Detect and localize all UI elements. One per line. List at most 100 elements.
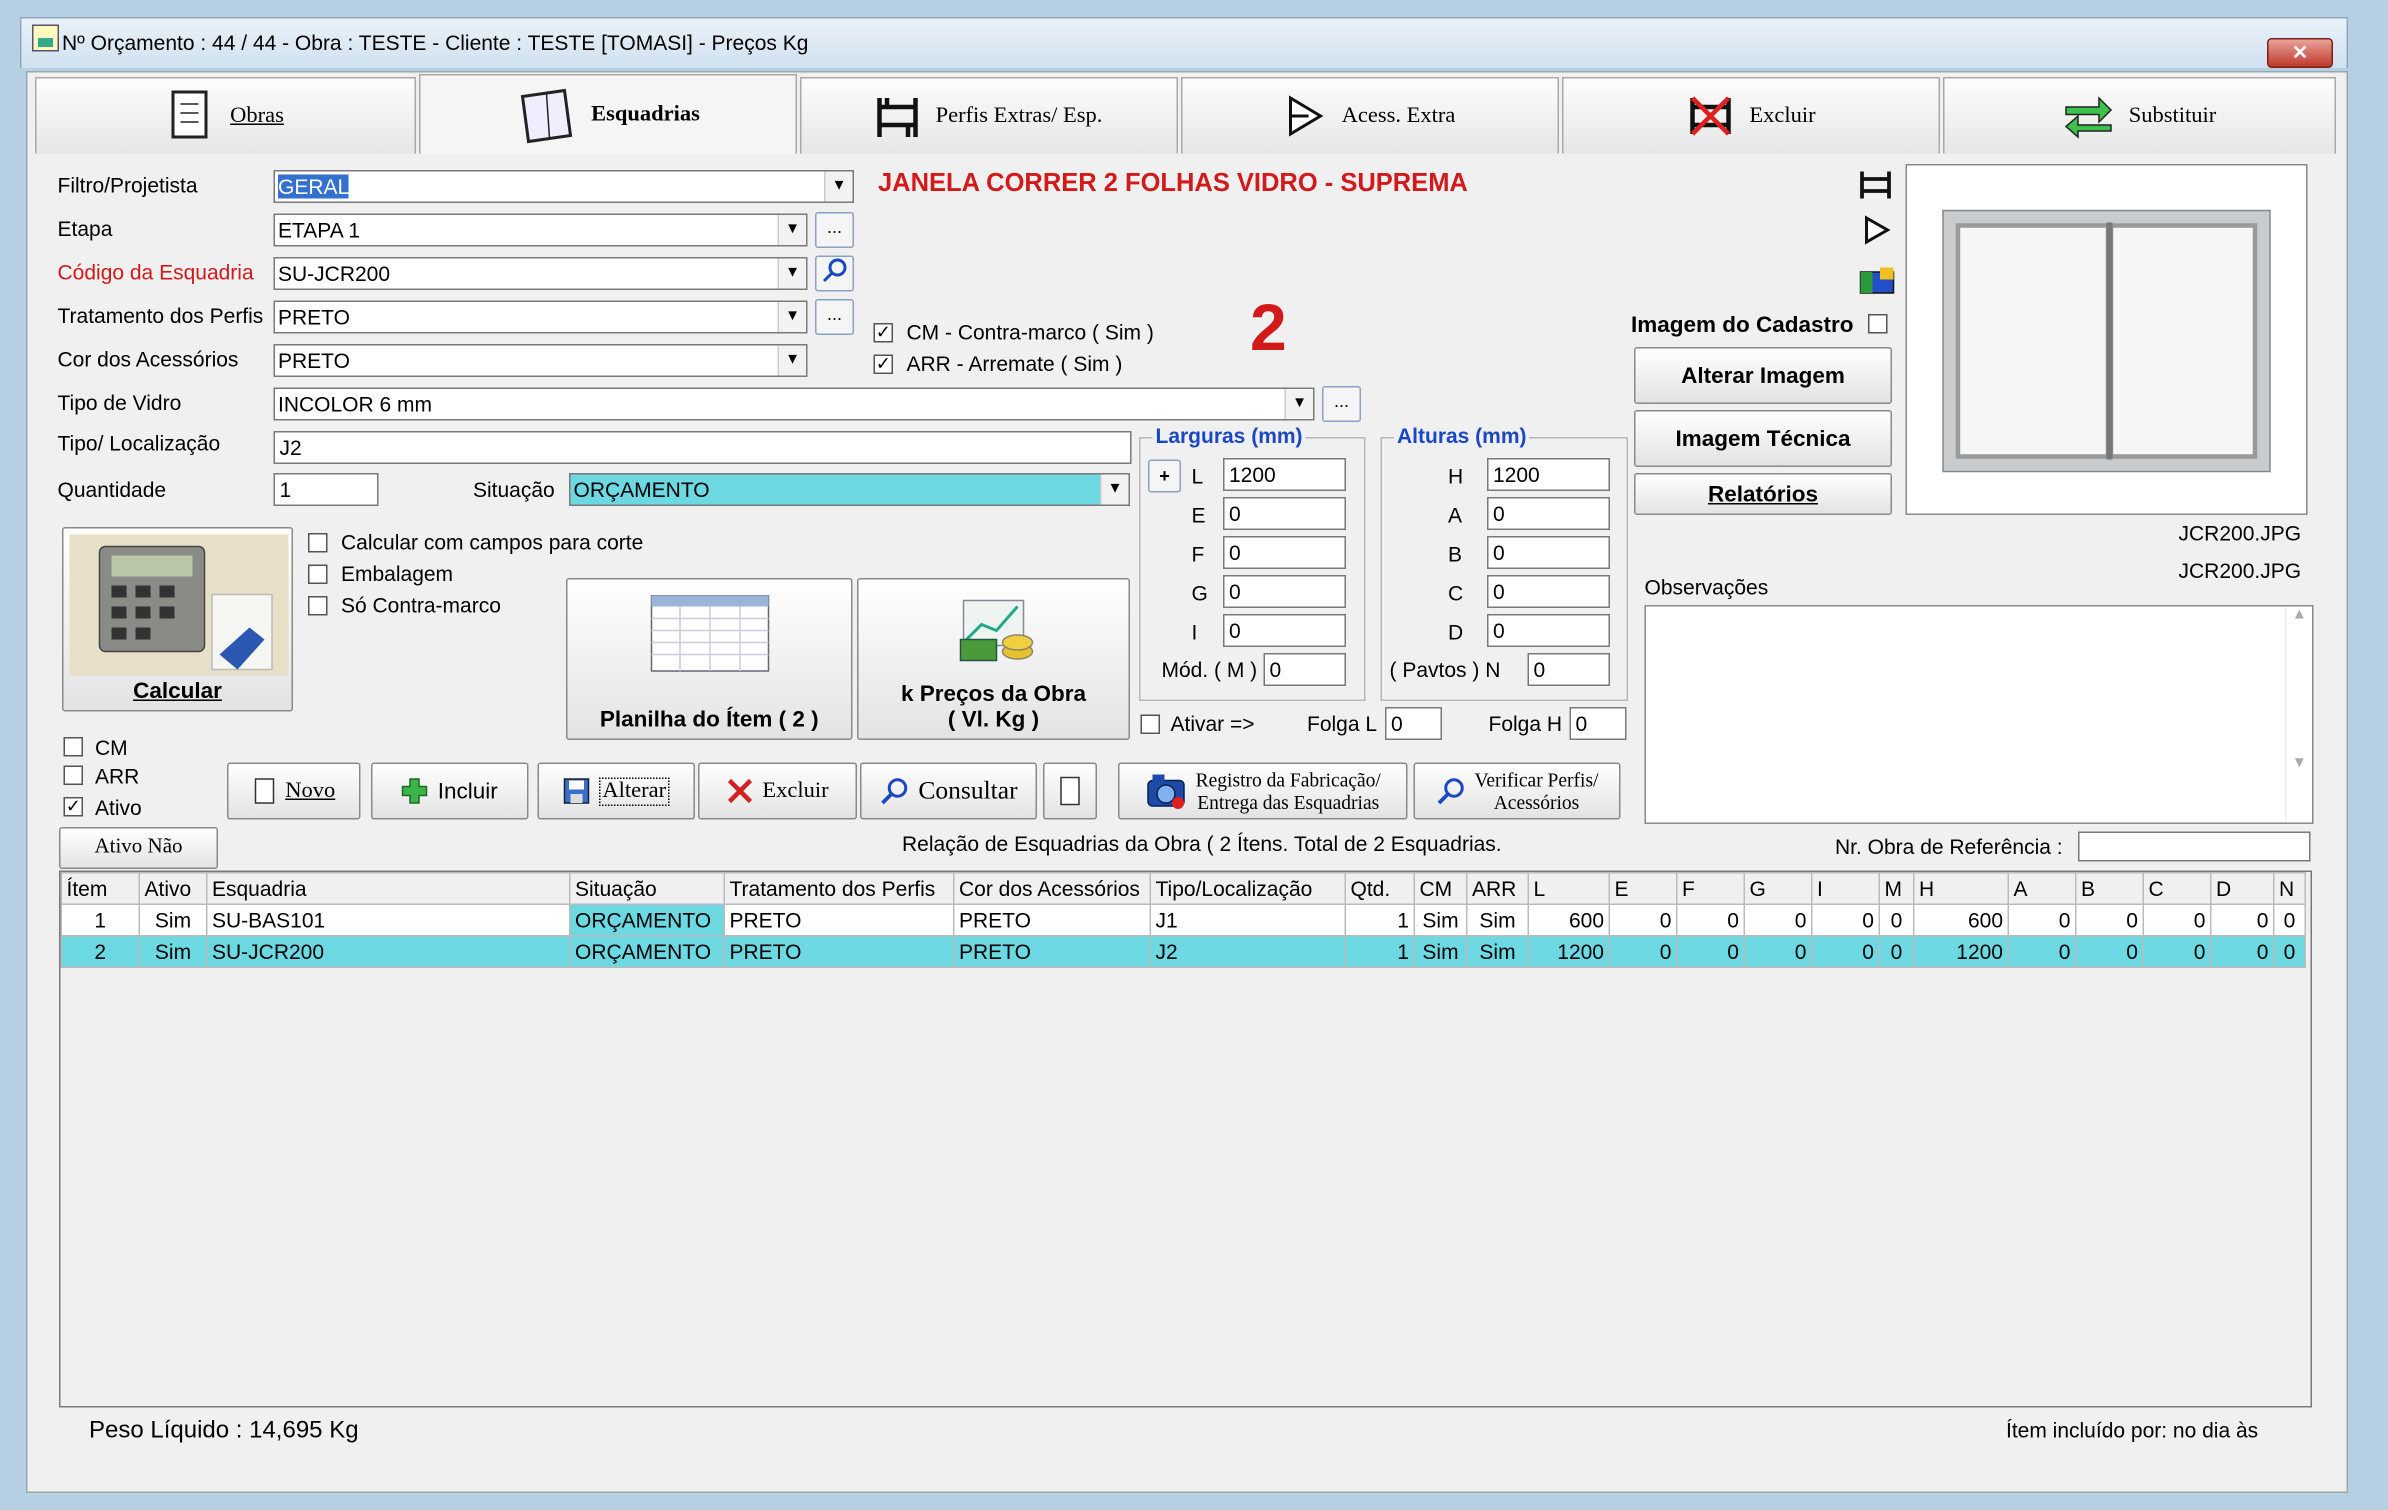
filter-cm-checkbox[interactable] (63, 737, 83, 757)
height-c-input[interactable]: 0 (1487, 575, 1610, 608)
search-button[interactable] (815, 255, 854, 292)
situacao-combo[interactable]: ORÇAMENTO ▼ (569, 473, 1130, 506)
precos-obra-button[interactable]: k Preços da Obra ( Vl. Kg ) (857, 578, 1130, 740)
height-d-input[interactable]: 0 (1487, 614, 1610, 647)
tab-perfis-extras[interactable]: Perfis Extras/ Esp. (800, 77, 1178, 154)
planilha-button[interactable]: Planilha do Ítem ( 2 ) (566, 578, 853, 740)
profile-icon[interactable] (1859, 169, 1892, 202)
column-header[interactable]: D (2210, 872, 2275, 905)
filter-ativo-checkbox[interactable]: ✓ (63, 797, 83, 817)
column-header[interactable]: Ativo (138, 872, 208, 905)
opt-campos-corte-checkbox[interactable] (308, 533, 328, 553)
column-header[interactable]: Cor dos Acessórios (953, 872, 1151, 905)
accessory-icon[interactable] (1862, 215, 1892, 245)
column-header[interactable]: Situação (569, 872, 725, 905)
height-b-input[interactable]: 0 (1487, 536, 1610, 569)
consultar-button[interactable]: Consultar (860, 762, 1037, 820)
column-header[interactable]: E (1608, 872, 1678, 905)
column-header[interactable]: Esquadria (206, 872, 571, 905)
column-header[interactable]: ARR (1466, 872, 1529, 905)
folga-l-input[interactable]: 0 (1385, 707, 1442, 740)
column-header[interactable]: CM (1413, 872, 1468, 905)
codigo-combo[interactable]: SU-JCR200 ▼ (273, 257, 808, 290)
cor-combo[interactable]: PRETO ▼ (273, 344, 808, 377)
add-width-button[interactable]: + (1148, 459, 1181, 493)
filter-arr-label: ARR (95, 764, 140, 788)
height-h-input[interactable]: 1200 (1487, 458, 1610, 491)
relatorios-button[interactable]: Relatórios (1634, 473, 1892, 515)
alterar-imagem-button[interactable]: Alterar Imagem (1634, 347, 1892, 404)
document-icon (1060, 776, 1080, 806)
column-header[interactable]: Tratamento dos Perfis (723, 872, 955, 905)
tab-obras[interactable]: Obras (35, 77, 416, 154)
calcular-button[interactable]: Calcular (62, 527, 293, 712)
column-header[interactable]: Tipo/Localização (1149, 872, 1346, 905)
imagem-tecnica-button[interactable]: Imagem Técnica (1634, 410, 1892, 467)
opt-embalagem-checkbox[interactable] (308, 564, 328, 584)
nr-obra-input[interactable] (2078, 831, 2311, 862)
scrollbar[interactable]: ▲ ▼ (2285, 606, 2312, 823)
esquadrias-table[interactable]: Ítem Ativo Esquadria Situação Tratamento dos… (59, 870, 2312, 1408)
tratamento-ellipsis-button[interactable]: ... (815, 299, 854, 335)
chevron-down-icon: ▼ (777, 258, 806, 289)
blank-document-button[interactable] (1043, 762, 1097, 820)
close-button[interactable]: ✕ (2267, 38, 2333, 68)
column-header[interactable]: F (1676, 872, 1745, 905)
color-palette-icon[interactable] (1859, 266, 1895, 296)
registro-fabricacao-button[interactable]: Registro da Fabricação/Entrega das Esqua… (1118, 762, 1408, 820)
height-a-input[interactable]: 0 (1487, 497, 1610, 530)
arr-checkbox[interactable]: ✓ (873, 354, 893, 374)
table-cell: 0 (2007, 903, 2077, 937)
tab-esquadrias[interactable]: Esquadrias (419, 74, 797, 154)
verificar-perfis-button[interactable]: Verificar Perfis/Acessórios (1413, 762, 1621, 820)
table-cell: 0 (2142, 903, 2212, 937)
qtd-input[interactable]: 1 (273, 473, 379, 506)
tratamento-value: PRETO (278, 305, 350, 329)
filtro-combo[interactable]: GERAL ▼ (273, 170, 854, 203)
column-header[interactable]: Qtd. (1344, 872, 1415, 905)
tab-substituir[interactable]: Substituir (1943, 77, 2336, 154)
column-header[interactable]: M (1878, 872, 1915, 905)
alterar-button[interactable]: Alterar (537, 762, 695, 820)
column-header[interactable]: L (1527, 872, 1610, 905)
column-header[interactable]: A (2007, 872, 2077, 905)
folga-h-input[interactable]: 0 (1569, 707, 1627, 740)
width-e-input[interactable]: 0 (1223, 497, 1346, 530)
pavtos-input[interactable]: 0 (1527, 653, 1610, 686)
table-row[interactable]: 1 Sim SU-BAS101 ORÇAMENTO PRETO PRETO J1 1 Sim Si… (60, 903, 2306, 937)
cm-checkbox[interactable]: ✓ (873, 323, 893, 343)
column-header[interactable]: Ítem (60, 872, 140, 905)
ativar-checkbox[interactable] (1140, 714, 1160, 734)
opt-campos-corte-label: Calcular com campos para corte (341, 530, 644, 554)
table-cell: 0 (1608, 903, 1678, 937)
width-g-input[interactable]: 0 (1223, 575, 1346, 608)
incluir-button[interactable]: Incluir (371, 762, 529, 820)
tratamento-combo[interactable]: PRETO ▼ (273, 300, 808, 334)
column-header[interactable]: H (1913, 872, 2009, 905)
etapa-ellipsis-button[interactable]: ... (815, 212, 854, 248)
width-l-input[interactable]: 1200 (1223, 458, 1346, 491)
excluir-button[interactable]: Excluir (698, 762, 857, 820)
vidro-ellipsis-button[interactable]: ... (1322, 386, 1361, 422)
tab-acess-extra[interactable]: Acess. Extra (1181, 77, 1559, 154)
column-header[interactable]: C (2142, 872, 2212, 905)
table-cell: 0 (1743, 903, 1813, 937)
column-header[interactable]: N (2273, 872, 2306, 905)
width-f-input[interactable]: 0 (1223, 536, 1346, 569)
observacoes-textarea[interactable]: ▲ ▼ (1644, 605, 2314, 824)
opt-so-contramarco-checkbox[interactable] (308, 596, 328, 616)
filter-arr-checkbox[interactable] (63, 765, 83, 785)
mod-input[interactable]: 0 (1263, 653, 1346, 686)
width-i-input[interactable]: 0 (1223, 614, 1346, 647)
column-header[interactable]: B (2075, 872, 2144, 905)
imagem-cadastro-checkbox[interactable] (1868, 314, 1888, 334)
column-header[interactable]: I (1811, 872, 1880, 905)
vidro-combo[interactable]: INCOLOR 6 mm ▼ (273, 387, 1315, 421)
tab-excluir[interactable]: Excluir (1562, 77, 1940, 154)
ativo-nao-button[interactable]: Ativo Não (59, 827, 218, 869)
column-header[interactable]: G (1743, 872, 1813, 905)
etapa-combo[interactable]: ETAPA 1 ▼ (273, 213, 808, 247)
tipo-loc-input[interactable]: J2 (273, 431, 1132, 464)
novo-button[interactable]: Novo (227, 762, 361, 820)
table-row[interactable]: 2 Sim SU-JCR200 ORÇAMENTO PRETO PRETO J2 1 Sim Si… (60, 935, 2306, 968)
